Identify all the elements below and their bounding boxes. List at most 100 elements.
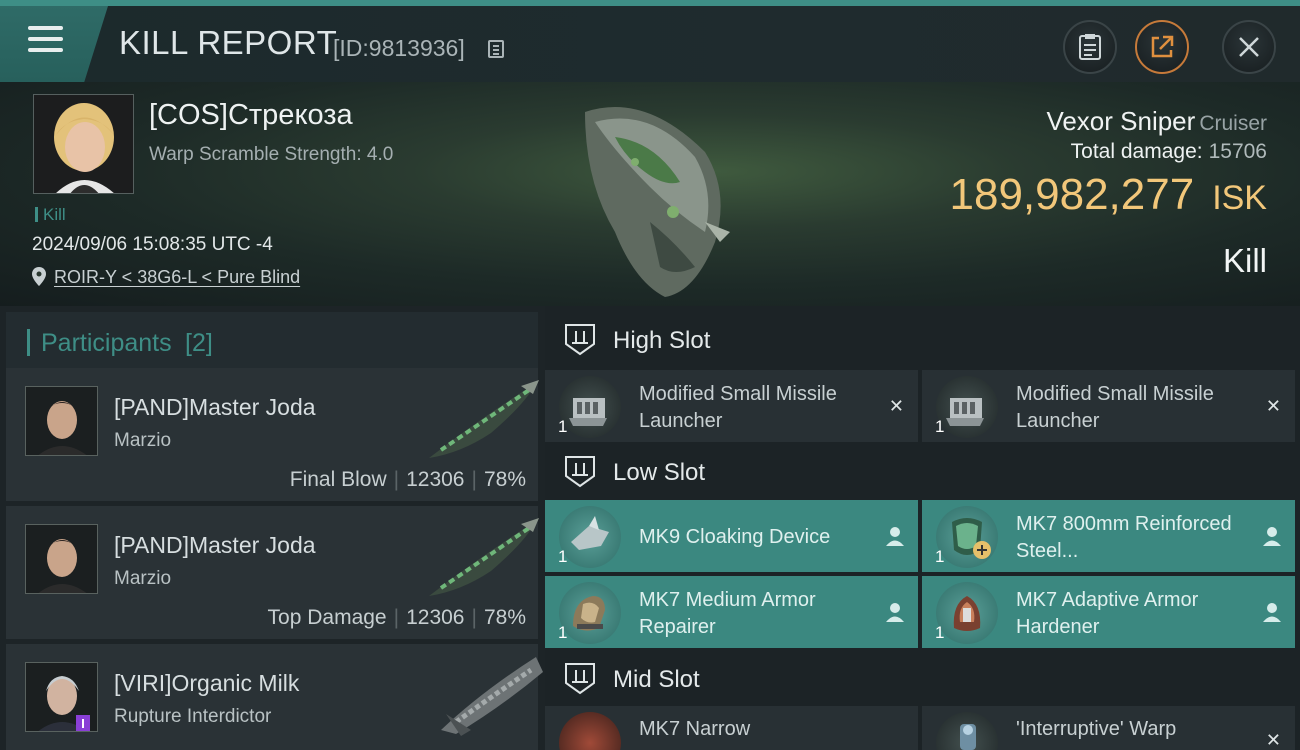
- participant-damage: 12306: [406, 606, 465, 629]
- module-card[interactable]: 1 MK7 Adaptive Armor Hardener: [922, 576, 1295, 648]
- owner-icon: [1263, 603, 1281, 622]
- module-name: 'Interruptive' Warp: [1016, 718, 1177, 740]
- participant-avatar[interactable]: [25, 386, 98, 456]
- participant-name: [PAND]Master Joda: [114, 394, 316, 420]
- menu-button[interactable]: [0, 6, 108, 82]
- module-card[interactable]: 1 Modified Small Missile Launcher ✕: [545, 370, 918, 442]
- total-damage-value: 15706: [1208, 140, 1267, 163]
- participant-row[interactable]: [PAND]Master Joda Marzio Final Blow | 1230…: [6, 368, 539, 501]
- module-qty: 1: [558, 417, 568, 436]
- high-slot-title: High Slot: [613, 327, 711, 354]
- kill-report-header: KILL REPORT [ID:9813936]: [0, 0, 1300, 82]
- participants-panel: Participants [2] [PAND]Master Joda Marzi…: [0, 306, 545, 750]
- participant-label: Top Damage: [267, 606, 387, 629]
- participant-ship: Marzio: [114, 430, 172, 451]
- participant-avatar[interactable]: [25, 662, 98, 732]
- low-slot-icon: [565, 456, 595, 488]
- missile-launcher-icon: [936, 376, 998, 438]
- low-slot-title: Low Slot: [613, 459, 706, 486]
- module-name: MK7 800mm Reinforced Steel...: [1016, 513, 1232, 562]
- module-card[interactable]: 1 MK7 800mm Reinforced Steel...: [922, 500, 1295, 572]
- result-label: Kill: [1222, 242, 1267, 279]
- missile-launcher-icon: [559, 376, 621, 438]
- armor-hardener-icon: [936, 582, 998, 644]
- clipboard-icon: [1065, 22, 1115, 72]
- warp-scramble-strength: Warp Scramble Strength: 4.0: [149, 144, 394, 165]
- close-button[interactable]: [1222, 20, 1276, 74]
- participant-ship-icon: [429, 380, 539, 458]
- module-card[interactable]: 1 Modified Small Missile Launcher ✕: [922, 370, 1295, 442]
- owner-icon: [1263, 527, 1281, 546]
- module-name: MK9 Cloaking Device: [639, 526, 831, 548]
- mid-slot-icon: [565, 663, 595, 695]
- module-name: MK7 Adaptive Armor Hardener: [1016, 589, 1199, 638]
- module-card[interactable]: 1 MK9 Cloaking Device: [545, 500, 918, 572]
- victim-name[interactable]: [COS]Стрекоза: [149, 99, 353, 132]
- participant-avatar[interactable]: [25, 524, 98, 594]
- armor-repairer-icon: [559, 582, 621, 644]
- close-icon: [1224, 22, 1274, 72]
- module-qty: 1: [935, 623, 945, 642]
- mid-slot-title: Mid Slot: [613, 666, 700, 693]
- module-card[interactable]: 1 MK7 Medium Armor Repairer: [545, 576, 918, 648]
- participant-stats: Top Damage | 12306 | 78%: [267, 606, 526, 629]
- victim-ship-render: [585, 107, 730, 297]
- ship-class: Cruiser: [1199, 112, 1267, 135]
- kill-tag: Kill: [35, 205, 66, 225]
- destroyed-x-icon: ✕: [888, 396, 904, 416]
- participant-label: Final Blow: [289, 468, 387, 491]
- module-name: Modified Small Missile Launcher: [639, 383, 837, 432]
- participant-percent: 78%: [483, 468, 526, 491]
- low-slot-header: Low Slot: [545, 440, 1300, 502]
- location-link[interactable]: ROIR-Y < 38G6-L < Pure Blind: [54, 267, 300, 288]
- share-icon: [1137, 22, 1187, 72]
- kill-datetime: 2024/09/06 15:08:35 UTC -4: [32, 234, 273, 255]
- participants-title: Participants: [41, 329, 172, 357]
- total-damage: Total damage: 15706: [1070, 140, 1267, 163]
- mid-slot-header: Mid Slot: [545, 647, 1300, 709]
- report-id: [ID:9813936]: [333, 35, 465, 61]
- participants-header: Participants [2]: [6, 312, 538, 372]
- armor-plate-icon: [936, 506, 998, 568]
- participant-ship-icon: [429, 518, 539, 596]
- location-pin-icon: [32, 267, 46, 286]
- owner-icon: [886, 603, 904, 622]
- victim-portrait[interactable]: [33, 94, 134, 194]
- participant-percent: 78%: [483, 606, 526, 629]
- module-qty: 1: [558, 547, 568, 566]
- participant-ship: Rupture Interdictor: [114, 706, 272, 727]
- participant-row[interactable]: [PAND]Master Joda Marzio Top Damage | 1230…: [6, 506, 539, 639]
- page-title: KILL REPORT: [119, 24, 338, 61]
- participant-damage: 12306: [406, 468, 465, 491]
- module-name: MK7 Medium Armor Repairer: [639, 589, 816, 638]
- participant-ship: Marzio: [114, 568, 172, 589]
- victim-banner: [COS]Стрекоза Warp Scramble Strength: 4.…: [0, 82, 1300, 306]
- participant-stats: Final Blow | 12306 | 78%: [289, 468, 526, 491]
- warp-disruptor-icon: [936, 712, 998, 750]
- module-qty: 1: [935, 547, 945, 566]
- isk-value: 189,982,277 ISK: [949, 170, 1268, 219]
- ship-name: Vexor Sniper Cruiser: [1046, 106, 1267, 136]
- high-slot-header: High Slot: [545, 308, 1300, 370]
- module-name: MK7 Narrow: [639, 718, 751, 740]
- participants-count: [2]: [185, 329, 213, 357]
- fitting-panel: High Slot 1 Modified Small Missile Launc…: [545, 306, 1300, 750]
- share-button[interactable]: [1135, 20, 1189, 74]
- owner-icon: [886, 527, 904, 546]
- module-icon: [559, 712, 621, 750]
- module-name: Modified Small Missile Launcher: [1016, 383, 1214, 432]
- participant-row[interactable]: [VIRI]Organic Milk Rupture Interdictor: [6, 644, 543, 750]
- module-qty: 1: [558, 623, 568, 642]
- participant-name: [PAND]Master Joda: [114, 532, 316, 558]
- isk-unit: ISK: [1212, 179, 1267, 217]
- participant-name: [VIRI]Organic Milk: [114, 670, 300, 696]
- destroyed-x-icon: ✕: [1265, 396, 1281, 416]
- module-card[interactable]: MK7 Narrow: [545, 706, 918, 750]
- participant-ship-icon: [441, 657, 543, 736]
- copy-icon[interactable]: [488, 40, 504, 58]
- destroyed-x-icon: ✕: [1265, 730, 1281, 750]
- cloaking-device-icon: [559, 506, 621, 568]
- module-card[interactable]: 'Interruptive' Warp ✕: [922, 706, 1295, 750]
- high-slot-icon: [565, 324, 595, 356]
- clipboard-button[interactable]: [1063, 20, 1117, 74]
